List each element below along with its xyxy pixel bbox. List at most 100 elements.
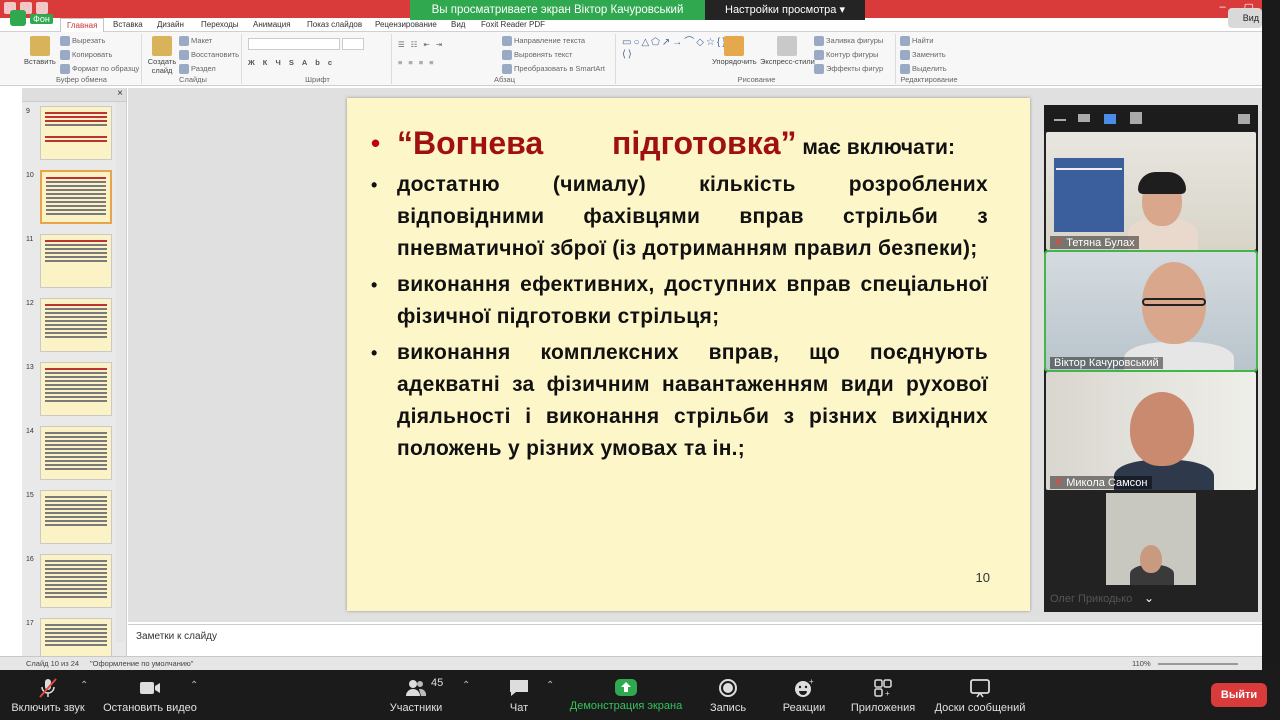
unmute-button[interactable]: Включить звук [8,670,88,720]
slide-title-quote: “Вогнева підготовка” [397,125,797,161]
reactions-button[interactable]: + Реакции [780,670,828,720]
participant-tile-active-speaker[interactable]: Віктор Качуровський [1044,250,1258,372]
format-painter-button[interactable]: Формат по образцу [60,64,139,75]
thumbnail-image [40,106,112,160]
reset-button[interactable]: Восстановить [179,50,239,61]
slide-thumbnail[interactable]: 16 [26,554,126,610]
tab-home[interactable]: Главная [60,18,105,32]
slide-bullet: виконання комплексних вправ, що поєднуют… [371,337,988,465]
thumbnail-image [40,298,112,352]
slide-thumbnail[interactable]: 9 [26,106,126,162]
participant-tile[interactable]: ✗ Тетяна Булах [1046,132,1256,250]
svg-text:+: + [885,689,890,698]
alignment-buttons[interactable]: ≡≡≡≡ [398,58,440,67]
tab-slideshow[interactable]: Показ слайдов [307,18,362,32]
shield-icon[interactable] [10,10,26,26]
cut-button[interactable]: Вырезать [60,36,105,47]
view-options-button[interactable]: Настройки просмотра ▾ [705,0,865,20]
slide-thumbnail-active[interactable]: 10 [26,170,126,226]
text-direction-button[interactable]: Направление текста [502,36,585,47]
tab-animation[interactable]: Анимация [253,18,291,32]
new-slide-button[interactable]: Создать слайд [147,36,177,75]
speaker-view-icon[interactable] [1078,114,1090,122]
chevron-down-icon[interactable]: ⌄ [1144,591,1154,605]
person-hair [1138,172,1186,194]
slide-thumbnail[interactable]: 17 [26,618,126,656]
tab-foxit[interactable]: Foxit Reader PDF [481,18,545,32]
section-icon [179,64,189,75]
smartart-button[interactable]: Преобразовать в SmartArt [502,64,605,75]
stop-video-button[interactable]: Остановить видео [102,670,198,720]
caret-up-icon[interactable]: ⌃ [190,680,198,691]
slide-thumbnail[interactable]: 14 [26,426,126,482]
font-name-select[interactable] [248,38,340,50]
whiteboard-button[interactable]: Доски сообщений [930,670,1030,720]
find-icon [900,36,910,47]
leave-meeting-button[interactable]: Выйти [1211,683,1267,707]
paste-icon [29,36,50,56]
caret-up-icon[interactable]: ⌃ [546,680,554,691]
tab-design[interactable]: Дизайн [157,18,184,32]
select-button[interactable]: Выделить [900,64,947,75]
replace-button[interactable]: Заменить [900,50,946,61]
redo-icon[interactable] [36,2,48,14]
participant-tile[interactable] [1106,493,1196,585]
reset-icon [179,50,189,61]
caret-up-icon[interactable]: ⌃ [462,680,470,691]
participant-tile[interactable]: ✗ Микола Самсон [1046,372,1256,490]
slide-number: 10 [975,570,990,585]
group-label: Рисование [737,75,776,84]
gallery-view-icon[interactable] [1130,112,1142,124]
copy-button[interactable]: Копировать [60,50,112,61]
paste-button[interactable]: Вставить [24,36,56,66]
section-button[interactable]: Раздел [179,64,216,75]
strip-view-icon[interactable] [1104,114,1116,124]
arrange-button[interactable]: Упорядочить [712,36,757,66]
slide-thumbnail[interactable]: 11 [26,234,126,290]
layout-button[interactable]: Макет [179,36,212,47]
slide-thumbnails-pane: × 9 10 11 12 13 14 15 16 17 [22,88,127,656]
align-text-button[interactable]: Выровнять текст [502,50,572,61]
minimize-icon[interactable]: – [1219,1,1225,14]
thumbnail-image [40,426,112,480]
tab-review[interactable]: Рецензирование [375,18,437,32]
view-button[interactable]: Вид [1228,8,1262,28]
chat-button[interactable]: Чат [500,670,538,720]
font-size-select[interactable] [342,38,364,50]
shape-fill-button[interactable]: Заливка фигуры [814,36,883,47]
shape-effects-button[interactable]: Эффекты фигур [814,64,883,75]
tab-transitions[interactable]: Переходы [201,18,239,32]
group-editing: Найти Заменить Выделить Редактирование [898,34,960,84]
minimize-icon[interactable] [1054,119,1066,121]
ppt-status-bar: Слайд 10 из 24 "Оформление по умолчанию"… [0,656,1262,670]
apps-icon: + [874,679,892,698]
font-style-buttons[interactable]: ЖКЧSAbc [248,58,340,67]
popout-icon[interactable] [1238,114,1250,124]
list-buttons[interactable]: ☰☷⇤⇥ [398,40,448,49]
slide-thumbnail[interactable]: 13 [26,362,126,418]
shape-outline-button[interactable]: Контур фигуры [814,50,878,61]
svg-text:+: + [809,678,814,686]
notes-pane[interactable]: Заметки к слайду [128,624,1262,656]
tab-view[interactable]: Вид [451,18,465,32]
find-button[interactable]: Найти [900,36,933,47]
slide-thumbnail[interactable]: 15 [26,490,126,546]
slide[interactable]: “Вогнева підготовка” має включати: доста… [347,98,1030,611]
thumbnail-image [40,490,112,544]
share-screen-button[interactable]: Демонстрация экрана [566,670,686,720]
caret-up-icon[interactable]: ⌃ [80,680,88,691]
zoom-slider[interactable] [1158,663,1238,665]
quick-styles-button[interactable]: Экспресс-стили [760,36,815,66]
thumbnails-scrollbar[interactable] [116,102,125,642]
mic-muted-icon: ✗ [1054,477,1064,489]
close-icon[interactable]: × [117,88,123,99]
apps-button[interactable]: + Приложения [846,670,920,720]
shapes-gallery[interactable]: ▭○△⬠↗→⌒◇☆{}⟨⟩ [622,37,726,61]
fill-icon [814,36,824,47]
participants-icon [406,680,427,696]
ribbon-tabs: Главная Вставка Дизайн Переходы Анимация… [0,18,1262,32]
record-button[interactable]: Запись [704,670,752,720]
slide-thumbnail[interactable]: 12 [26,298,126,354]
tab-insert[interactable]: Вставка [113,18,143,32]
zoom-level[interactable]: 110% [1132,659,1151,668]
